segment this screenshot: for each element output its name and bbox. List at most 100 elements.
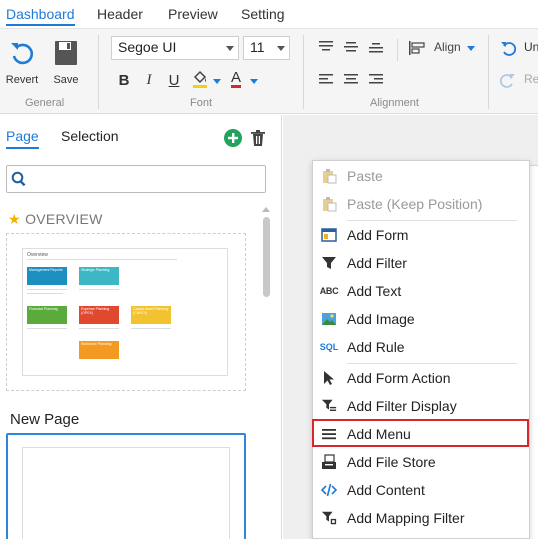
ribbon-divider: [98, 35, 99, 109]
align-left-button[interactable]: [316, 70, 336, 90]
menu-item-label: Add Content: [347, 482, 425, 498]
menu-item-add-menu[interactable]: Add Menu: [313, 420, 531, 448]
menu-item-label: Add Form: [347, 227, 409, 243]
font-color-button[interactable]: A: [226, 69, 246, 89]
italic-button[interactable]: I: [139, 70, 159, 90]
menu-item-add-form[interactable]: Add Form: [313, 221, 531, 249]
revert-label: Revert: [5, 74, 39, 86]
paste-icon: [321, 168, 337, 184]
group-label-font: Font: [190, 97, 213, 109]
bold-button[interactable]: B: [114, 70, 134, 90]
menu-item-paste-keep-position[interactable]: Paste (Keep Position): [313, 190, 531, 218]
menu-item-label: Add File Store: [347, 454, 436, 470]
menu-icon: [321, 426, 337, 442]
delete-page-button[interactable]: [250, 129, 266, 147]
thumbnail-preview: Overview Management Reports Strategic Pl…: [22, 248, 228, 376]
cursor-icon: [321, 370, 337, 386]
thumbnail-title: Overview: [27, 252, 48, 258]
top-tab-bar: Dashboard Header Preview Setting: [0, 0, 538, 28]
menu-item-add-text[interactable]: ABC Add Text: [313, 277, 531, 305]
overview-label: OVERVIEW: [25, 211, 103, 227]
fill-color-button[interactable]: [190, 69, 210, 89]
thumbnail-text-line: [27, 289, 67, 290]
save-button[interactable]: Save: [46, 39, 86, 86]
fill-color-dropdown-icon[interactable]: [213, 79, 221, 84]
menu-item-add-mapping-filter[interactable]: Add Mapping Filter: [313, 504, 531, 532]
menu-item-label: Add Form Action: [347, 370, 451, 386]
menu-item-label: Paste: [347, 168, 383, 184]
thumbnail-box: Financial Planning: [27, 306, 67, 324]
tab-setting[interactable]: Setting: [241, 6, 285, 22]
search-input[interactable]: [6, 165, 266, 193]
ribbon-divider: [303, 35, 304, 109]
menu-item-add-filter[interactable]: Add Filter: [313, 249, 531, 277]
star-icon: ★: [8, 211, 21, 227]
add-page-button[interactable]: [224, 129, 242, 147]
menu-item-add-content[interactable]: Add Content: [313, 476, 531, 504]
menu-item-label: Add Menu: [347, 426, 411, 442]
form-icon: [321, 227, 337, 243]
underline-button[interactable]: U: [164, 70, 184, 90]
tab-page[interactable]: Page: [6, 128, 39, 149]
search-icon: [11, 171, 26, 187]
thumbnail-box: Capital Asset Planning (CAPEX): [131, 306, 171, 324]
scrollbar-thumb[interactable]: [263, 217, 270, 297]
new-page-thumbnail[interactable]: [6, 433, 246, 539]
font-family-value: Segoe UI: [118, 39, 177, 55]
thumbnail-box: Strategic Planning: [79, 267, 119, 285]
align-center-button[interactable]: [341, 70, 361, 90]
menu-item-label: Add Text: [347, 283, 402, 299]
align-right-button[interactable]: [366, 70, 386, 90]
align-top-icon: [319, 41, 333, 51]
save-icon: [55, 41, 77, 65]
revert-icon: [11, 43, 34, 65]
chevron-down-icon: [277, 46, 285, 51]
paint-bucket-icon: [193, 70, 207, 88]
font-color-dropdown-icon[interactable]: [250, 79, 258, 84]
thumbnail-box: Expense Planning (OPEX): [79, 306, 119, 324]
menu-item-label: Add Image: [347, 311, 415, 327]
align-bottom-button[interactable]: [366, 37, 386, 57]
align-top-button[interactable]: [316, 37, 336, 57]
thumbnail-text-line: [27, 293, 63, 294]
thumbnail-preview: [22, 447, 230, 539]
font-size-value: 11: [250, 39, 265, 55]
align-middle-button[interactable]: [341, 37, 361, 57]
menu-item-paste[interactable]: Paste: [313, 162, 531, 190]
overview-page-thumbnail[interactable]: Overview Management Reports Strategic Pl…: [6, 233, 246, 391]
filter-icon: [321, 255, 337, 271]
thumbnail-text-line: [27, 328, 67, 329]
menu-item-add-rule[interactable]: SQL Add Rule: [313, 333, 531, 361]
undo-label: Un: [524, 40, 538, 54]
text-abc-icon: ABC: [319, 286, 339, 296]
font-size-select[interactable]: 11: [243, 36, 290, 60]
menu-item-add-form-action[interactable]: Add Form Action: [313, 364, 531, 392]
group-label-general: General: [25, 97, 65, 109]
menu-item-add-filter-display[interactable]: Add Filter Display: [313, 392, 531, 420]
menu-item-label: Add Filter: [347, 255, 407, 271]
underline-glyph: U: [168, 71, 180, 89]
file-store-icon: [321, 454, 337, 470]
align-left-icon: [319, 74, 333, 84]
thumbnail-text-line: [131, 328, 171, 329]
context-menu: Paste Paste (Keep Position) Add Form Add…: [312, 160, 530, 539]
align-distribute-icon: [409, 41, 425, 55]
thumbnail-box: Management Reports: [27, 267, 67, 285]
align-middle-icon: [344, 42, 358, 52]
tab-preview[interactable]: Preview: [168, 6, 218, 22]
tab-selection[interactable]: Selection: [61, 128, 119, 144]
tab-header[interactable]: Header: [97, 6, 143, 22]
tab-dashboard[interactable]: Dashboard: [6, 6, 75, 26]
mapping-filter-icon: [321, 510, 337, 526]
sql-icon: SQL: [319, 342, 339, 352]
font-family-select[interactable]: Segoe UI: [111, 36, 239, 60]
redo-icon: [500, 74, 515, 88]
scroll-up-icon[interactable]: [262, 207, 270, 212]
menu-item-add-file-store[interactable]: Add File Store: [313, 448, 531, 476]
ribbon-divider: [488, 35, 489, 109]
pages-panel: Page Selection ★ OVERVIEW Overview Manag…: [0, 115, 282, 539]
font-color-glyph: A: [230, 68, 241, 88]
align-right-icon: [369, 74, 383, 84]
revert-button[interactable]: Revert: [2, 39, 42, 86]
menu-item-add-image[interactable]: Add Image: [313, 305, 531, 333]
